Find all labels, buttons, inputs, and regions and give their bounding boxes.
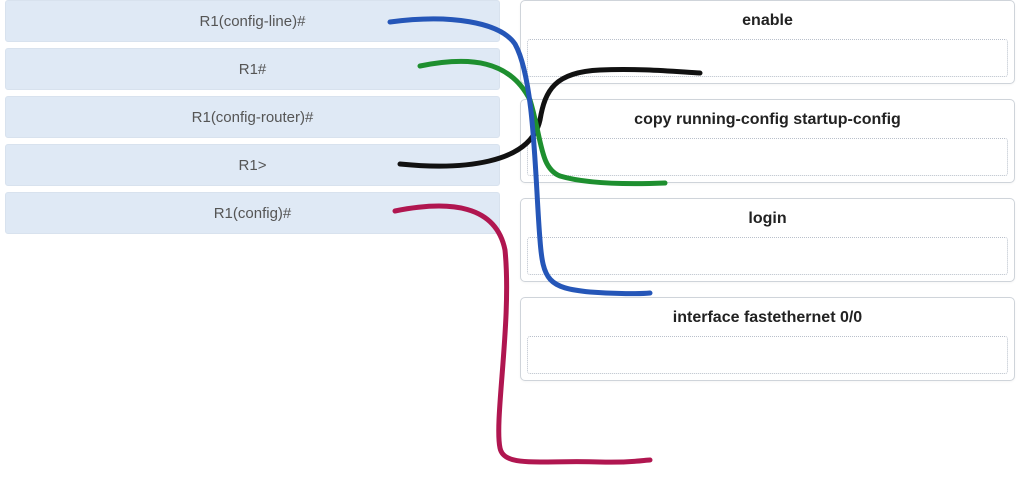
left-prompts-column: R1(config-line)# R1# R1(config-router)# … [5,0,500,240]
command-label: enable [521,1,1014,39]
command-label: copy running-config startup-config [521,100,1014,138]
prompt-global-config[interactable]: R1(config)# [5,192,500,234]
drop-zone-enable[interactable] [527,39,1008,77]
prompt-privileged-exec[interactable]: R1# [5,48,500,90]
drop-zone-interface-fa00[interactable] [527,336,1008,374]
prompt-label: R1(config)# [214,205,292,222]
prompt-user-exec[interactable]: R1> [5,144,500,186]
command-label: login [521,199,1014,237]
command-card-enable: enable [520,0,1015,84]
prompt-config-router[interactable]: R1(config-router)# [5,96,500,138]
prompt-label: R1# [239,61,267,78]
command-card-copy-run-start: copy running-config startup-config [520,99,1015,183]
prompt-config-line[interactable]: R1(config-line)# [5,0,500,42]
prompt-label: R1(config-line)# [200,13,306,30]
drop-zone-login[interactable] [527,237,1008,275]
right-commands-column: enable copy running-config startup-confi… [520,0,1015,396]
command-card-interface-fa00: interface fastethernet 0/0 [520,297,1015,381]
drop-zone-copy-run-start[interactable] [527,138,1008,176]
prompt-label: R1(config-router)# [192,109,314,126]
prompt-label: R1> [239,157,267,174]
command-card-login: login [520,198,1015,282]
command-label: interface fastethernet 0/0 [521,298,1014,336]
